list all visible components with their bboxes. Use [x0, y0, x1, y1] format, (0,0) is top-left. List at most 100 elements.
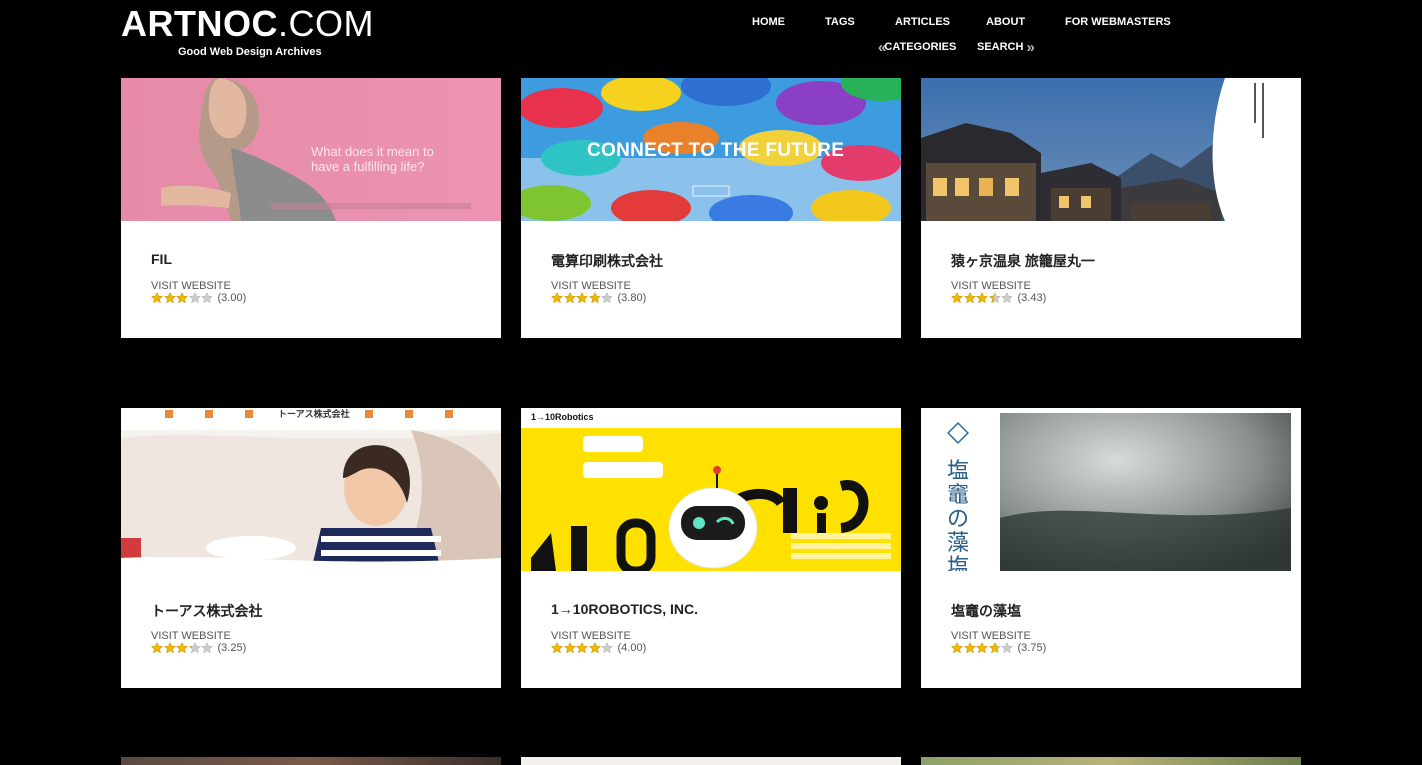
- star-rating: (4.00): [551, 642, 646, 654]
- site-logo[interactable]: ARTNOC.COM Good Web Design Archives: [121, 6, 374, 59]
- nav-for-webmasters[interactable]: FOR WEBMASTERS: [1065, 16, 1171, 28]
- visit-website-link[interactable]: VISIT WEBSITE: [951, 630, 1031, 642]
- star-icon: [951, 292, 963, 304]
- star-icon: [1001, 642, 1013, 654]
- star-icon: [176, 642, 188, 654]
- site-card-partial[interactable]: [921, 757, 1301, 765]
- stars: [951, 292, 1014, 304]
- salt-photo: [921, 408, 1301, 571]
- star-icon: [951, 642, 963, 654]
- site-thumbnail[interactable]: 塩竈の藻塩: [921, 408, 1301, 571]
- categories-toggle[interactable]: « CATEGORIES: [878, 38, 957, 56]
- star-rating: (3.25): [151, 642, 246, 654]
- thumbnail-caption: What does it mean to have a fulfilling l…: [311, 144, 434, 174]
- thumbnail-caption: 塩竈の藻塩: [947, 459, 970, 572]
- categories-label: CATEGORIES: [884, 41, 957, 53]
- star-rating: (3.00): [151, 292, 246, 304]
- nav-articles[interactable]: ARTICLES: [895, 16, 950, 28]
- search-label: SEARCH: [977, 41, 1024, 53]
- star-rating: (3.80): [551, 292, 646, 304]
- site-card-partial[interactable]: [121, 757, 501, 765]
- site-card[interactable]: トーアス株式会社 トーアス株式会社 VISIT WEBSITE (3.25): [121, 408, 501, 688]
- visit-website-link[interactable]: VISIT WEBSITE: [151, 630, 231, 642]
- star-icon: [963, 642, 976, 654]
- star-icon: [151, 642, 163, 654]
- star-icon: [188, 642, 201, 654]
- site-card[interactable]: What does it mean to have a fulfilling l…: [121, 78, 501, 338]
- search-toggle[interactable]: SEARCH »: [977, 38, 1036, 56]
- visit-website-link[interactable]: VISIT WEBSITE: [151, 280, 231, 292]
- star-icon: [588, 642, 601, 654]
- site-thumbnail[interactable]: [921, 78, 1301, 221]
- site-thumbnail[interactable]: What does it mean to have a fulfilling l…: [121, 78, 501, 221]
- rating-score: (3.00): [217, 292, 247, 304]
- site-card[interactable]: CONNECT TO THE FUTURE 電算印刷株式会社 VISIT WEB…: [521, 78, 901, 338]
- star-icon: [988, 292, 1001, 304]
- rating-score: (3.25): [217, 642, 247, 654]
- star-icon: [601, 642, 613, 654]
- site-thumbnail[interactable]: 1→10Robotics: [521, 408, 901, 571]
- star-icon: [176, 292, 188, 304]
- site-card[interactable]: 1→10Robotics 1→10ROBOTICS, INC. VISIT WE…: [521, 408, 901, 688]
- thumbnail-caption: トーアス株式会社: [278, 409, 350, 419]
- star-icon: [151, 292, 163, 304]
- star-icon: [963, 292, 976, 304]
- rating-score: (3.75): [1017, 642, 1047, 654]
- site-tagline: Good Web Design Archives: [178, 46, 322, 58]
- stars: [151, 292, 214, 304]
- visit-website-link[interactable]: VISIT WEBSITE: [951, 280, 1031, 292]
- toas-photo: [121, 408, 501, 571]
- onsen-photo: [921, 78, 1301, 221]
- chevron-left-icon: «: [878, 38, 887, 56]
- star-icon: [163, 292, 176, 304]
- star-icon: [988, 642, 1001, 654]
- site-title[interactable]: トーアス株式会社: [151, 601, 262, 621]
- star-icon: [1001, 292, 1013, 304]
- rating-score: (3.43): [1017, 292, 1047, 304]
- star-icon: [201, 642, 213, 654]
- nav-about[interactable]: ABOUT: [986, 16, 1025, 28]
- rating-score: (4.00): [617, 642, 647, 654]
- star-icon: [601, 292, 613, 304]
- star-icon: [576, 642, 588, 654]
- star-icon: [201, 292, 213, 304]
- stars: [151, 642, 214, 654]
- nav-home[interactable]: HOME: [752, 16, 785, 28]
- star-rating: (3.43): [951, 292, 1046, 304]
- star-icon: [551, 642, 563, 654]
- thumbnail-caption: CONNECT TO THE FUTURE: [587, 140, 845, 161]
- site-card[interactable]: 塩竈の藻塩 塩竈の藻塩 VISIT WEBSITE (3.75): [921, 408, 1301, 688]
- site-title[interactable]: FIL: [151, 251, 172, 267]
- stars: [551, 292, 614, 304]
- star-rating: (3.75): [951, 642, 1046, 654]
- star-icon: [588, 292, 601, 304]
- chevron-right-icon: »: [1026, 38, 1036, 56]
- site-thumbnail[interactable]: CONNECT TO THE FUTURE: [521, 78, 901, 221]
- stars: [951, 642, 1014, 654]
- site-title[interactable]: 1→10ROBOTICS, INC.: [551, 601, 698, 617]
- rating-score: (3.80): [617, 292, 647, 304]
- star-icon: [163, 642, 176, 654]
- nav-tags[interactable]: TAGS: [825, 16, 855, 28]
- star-icon: [576, 292, 588, 304]
- site-title[interactable]: 猿ヶ京温泉 旅籠屋丸一: [951, 251, 1095, 271]
- logo-text: ARTNOC.COM: [121, 6, 374, 42]
- logo-light: .COM: [277, 3, 374, 44]
- star-icon: [976, 292, 988, 304]
- stars: [551, 642, 614, 654]
- visit-website-link[interactable]: VISIT WEBSITE: [551, 630, 631, 642]
- star-icon: [563, 642, 576, 654]
- site-thumbnail[interactable]: トーアス株式会社: [121, 408, 501, 571]
- star-icon: [563, 292, 576, 304]
- star-icon: [976, 642, 988, 654]
- site-card-partial[interactable]: [521, 757, 901, 765]
- star-icon: [188, 292, 201, 304]
- visit-website-link[interactable]: VISIT WEBSITE: [551, 280, 631, 292]
- site-title[interactable]: 電算印刷株式会社: [551, 251, 663, 271]
- site-card[interactable]: 猿ヶ京温泉 旅籠屋丸一 VISIT WEBSITE (3.43): [921, 78, 1301, 338]
- robotics-photo: [521, 408, 901, 571]
- star-icon: [551, 292, 563, 304]
- site-title[interactable]: 塩竈の藻塩: [951, 601, 1021, 621]
- logo-bold: ARTNOC: [121, 3, 278, 44]
- thumbnail-caption: 1→10Robotics: [531, 412, 594, 422]
